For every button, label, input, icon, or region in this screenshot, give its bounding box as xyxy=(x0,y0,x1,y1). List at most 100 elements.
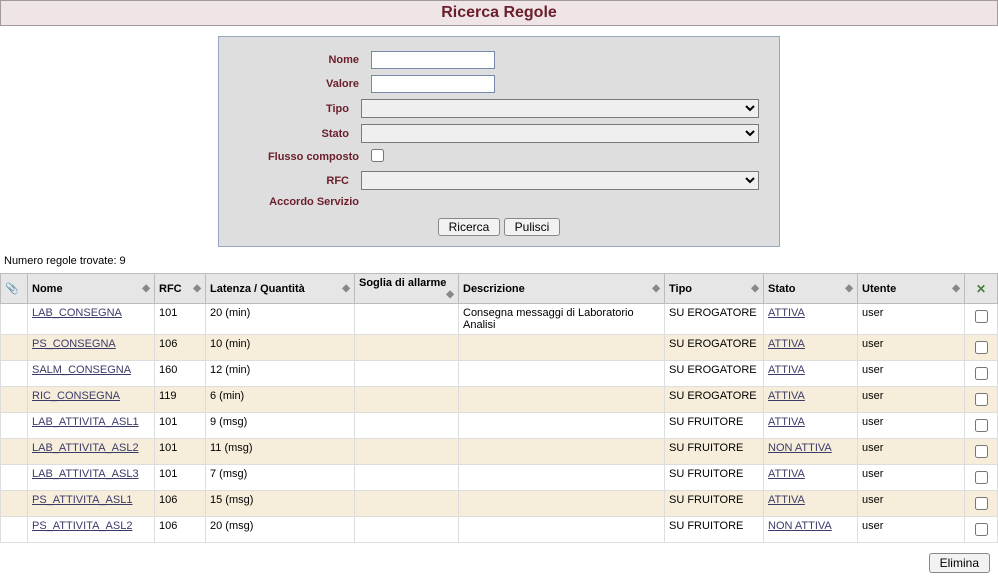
cell-latenza: 20 (msg) xyxy=(206,517,355,543)
rule-link[interactable]: PS_CONSEGNA xyxy=(32,338,116,350)
flusso-label: Flusso composto xyxy=(219,151,371,163)
cell-utente: user xyxy=(858,517,965,543)
table-row: PS_CONSEGNA10610 (min)SU EROGATOREATTIVA… xyxy=(1,335,998,361)
rfc-label: RFC xyxy=(219,175,361,187)
tipo-select[interactable] xyxy=(361,99,759,118)
sort-icon: ◆ xyxy=(652,283,660,294)
rule-link[interactable]: RIC_CONSEGNA xyxy=(32,390,120,402)
col-tipo[interactable]: Tipo◆ xyxy=(665,274,764,304)
cell-descrizione xyxy=(459,387,665,413)
stato-link[interactable]: ATTIVA xyxy=(768,338,805,350)
table-row: PS_ATTIVITA_ASL110615 (msg)SU FRUITOREAT… xyxy=(1,491,998,517)
row-checkbox[interactable] xyxy=(975,445,988,458)
sort-icon: ◆ xyxy=(193,283,201,294)
col-delete[interactable]: ✕ xyxy=(965,274,998,304)
cell-latenza: 6 (min) xyxy=(206,387,355,413)
rule-link[interactable]: LAB_ATTIVITA_ASL1 xyxy=(32,416,139,428)
cell-descrizione xyxy=(459,335,665,361)
ricerca-button[interactable]: Ricerca xyxy=(438,218,501,236)
row-checkbox[interactable] xyxy=(975,393,988,406)
cell-soglia xyxy=(355,335,459,361)
stato-link[interactable]: ATTIVA xyxy=(768,416,805,428)
cell-rfc: 106 xyxy=(155,335,206,361)
nome-input[interactable] xyxy=(371,51,495,69)
col-stato[interactable]: Stato◆ xyxy=(764,274,858,304)
sort-icon: ◆ xyxy=(342,283,350,294)
row-checkbox[interactable] xyxy=(975,367,988,380)
delete-all-icon: ✕ xyxy=(976,282,986,296)
sort-icon: ◆ xyxy=(751,283,759,294)
valore-input[interactable] xyxy=(371,75,495,93)
cell-latenza: 12 (min) xyxy=(206,361,355,387)
results-table: 📎 Nome◆ RFC◆ Latenza / Quantità◆ Soglia … xyxy=(0,273,998,543)
stato-select[interactable] xyxy=(361,124,759,143)
col-attach[interactable]: 📎 xyxy=(1,274,28,304)
stato-link[interactable]: ATTIVA xyxy=(768,307,805,319)
accordo-label: Accordo Servizio xyxy=(219,196,371,208)
col-rfc[interactable]: RFC◆ xyxy=(155,274,206,304)
cell-tipo: SU EROGATORE xyxy=(665,387,764,413)
pulisci-button[interactable]: Pulisci xyxy=(504,218,561,236)
valore-label: Valore xyxy=(219,78,371,90)
stato-label: Stato xyxy=(219,128,361,140)
table-row: RIC_CONSEGNA1196 (min)SU EROGATOREATTIVA… xyxy=(1,387,998,413)
tipo-label: Tipo xyxy=(219,103,361,115)
paperclip-icon: 📎 xyxy=(5,283,19,295)
cell-descrizione xyxy=(459,465,665,491)
table-row: LAB_ATTIVITA_ASL11019 (msg)SU FRUITOREAT… xyxy=(1,413,998,439)
cell-utente: user xyxy=(858,387,965,413)
cell-soglia xyxy=(355,439,459,465)
elimina-button[interactable]: Elimina xyxy=(929,553,990,573)
result-count: Numero regole trovate: 9 xyxy=(0,253,998,273)
row-checkbox[interactable] xyxy=(975,419,988,432)
stato-link[interactable]: NON ATTIVA xyxy=(768,520,832,532)
page-title: Ricerca Regole xyxy=(1,4,997,22)
cell-latenza: 11 (msg) xyxy=(206,439,355,465)
flusso-checkbox[interactable] xyxy=(371,149,384,162)
row-checkbox[interactable] xyxy=(975,341,988,354)
row-checkbox[interactable] xyxy=(975,471,988,484)
cell-latenza: 10 (min) xyxy=(206,335,355,361)
stato-link[interactable]: NON ATTIVA xyxy=(768,442,832,454)
cell-tipo: SU FRUITORE xyxy=(665,413,764,439)
rule-link[interactable]: SALM_CONSEGNA xyxy=(32,364,131,376)
row-checkbox[interactable] xyxy=(975,523,988,536)
cell-descrizione: Consegna messaggi di Laboratorio Analisi xyxy=(459,304,665,335)
table-row: LAB_CONSEGNA10120 (min)Consegna messaggi… xyxy=(1,304,998,335)
rule-link[interactable]: PS_ATTIVITA_ASL2 xyxy=(32,520,132,532)
rule-link[interactable]: PS_ATTIVITA_ASL1 xyxy=(32,494,132,506)
cell-soglia xyxy=(355,465,459,491)
rule-link[interactable]: LAB_CONSEGNA xyxy=(32,307,122,319)
cell-tipo: SU FRUITORE xyxy=(665,517,764,543)
cell-descrizione xyxy=(459,361,665,387)
nome-label: Nome xyxy=(219,54,371,66)
cell-tipo: SU FRUITORE xyxy=(665,465,764,491)
stato-link[interactable]: ATTIVA xyxy=(768,390,805,402)
stato-link[interactable]: ATTIVA xyxy=(768,468,805,480)
col-descrizione[interactable]: Descrizione◆ xyxy=(459,274,665,304)
cell-rfc: 106 xyxy=(155,517,206,543)
cell-utente: user xyxy=(858,491,965,517)
cell-tipo: SU FRUITORE xyxy=(665,491,764,517)
stato-link[interactable]: ATTIVA xyxy=(768,364,805,376)
col-latenza[interactable]: Latenza / Quantità◆ xyxy=(206,274,355,304)
cell-soglia xyxy=(355,387,459,413)
col-utente[interactable]: Utente◆ xyxy=(858,274,965,304)
title-bar: Ricerca Regole xyxy=(0,0,998,26)
cell-descrizione xyxy=(459,413,665,439)
rfc-select[interactable] xyxy=(361,171,759,190)
col-soglia[interactable]: Soglia di allarme◆ xyxy=(355,274,459,304)
cell-descrizione xyxy=(459,517,665,543)
row-checkbox[interactable] xyxy=(975,497,988,510)
cell-utente: user xyxy=(858,335,965,361)
rule-link[interactable]: LAB_ATTIVITA_ASL3 xyxy=(32,468,139,480)
row-checkbox[interactable] xyxy=(975,310,988,323)
stato-link[interactable]: ATTIVA xyxy=(768,494,805,506)
cell-soglia xyxy=(355,413,459,439)
cell-latenza: 9 (msg) xyxy=(206,413,355,439)
cell-rfc: 106 xyxy=(155,491,206,517)
col-nome[interactable]: Nome◆ xyxy=(28,274,155,304)
sort-icon: ◆ xyxy=(446,289,454,300)
cell-soglia xyxy=(355,517,459,543)
rule-link[interactable]: LAB_ATTIVITA_ASL2 xyxy=(32,442,139,454)
